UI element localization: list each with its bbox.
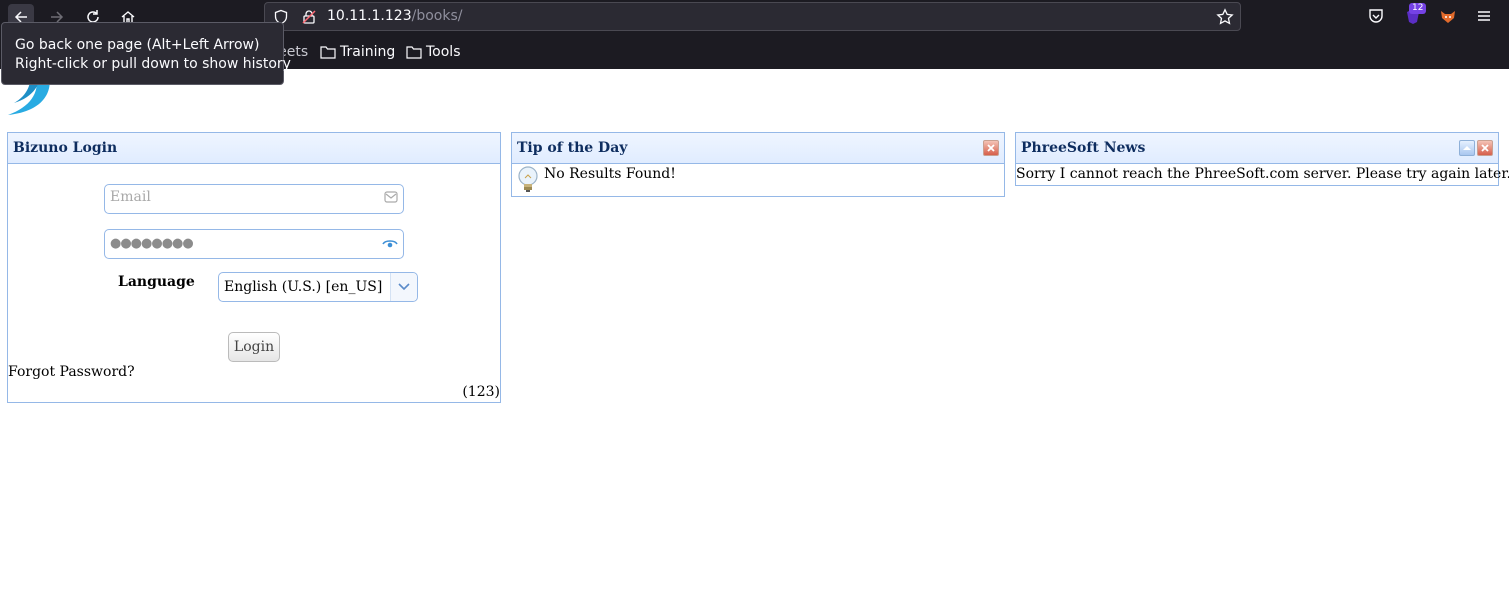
collapse-icon[interactable] — [1459, 140, 1475, 156]
chevron-down-icon[interactable] — [390, 273, 417, 301]
folder-icon — [406, 46, 422, 59]
tip-panel-header: Tip of the Day — [512, 133, 1004, 164]
extension-fox-button[interactable] — [1438, 6, 1458, 26]
email-placeholder: Email — [110, 189, 151, 205]
tooltip-line: Right-click or pull down to show history — [15, 56, 291, 72]
tip-of-the-day-panel: Tip of the Day No Results Found! — [511, 132, 1005, 197]
bookmark-star-icon[interactable] — [1216, 8, 1234, 26]
insecure-lock-icon[interactable] — [301, 9, 317, 25]
bookmark-folder-tools[interactable]: Tools — [406, 44, 461, 60]
bookmark-label: Training — [340, 44, 396, 60]
app-menu-button[interactable] — [1474, 6, 1494, 26]
news-panel-title: PhreeSoft News — [1021, 140, 1146, 156]
fox-extension-icon — [1441, 11, 1455, 23]
tip-panel-title: Tip of the Day — [517, 140, 628, 156]
language-select[interactable]: English (U.S.) [en_US] — [218, 272, 418, 302]
close-icon[interactable] — [1477, 140, 1493, 156]
envelope-icon — [384, 191, 398, 203]
pocket-icon — [1369, 9, 1383, 23]
hamburger-menu-icon — [1478, 11, 1490, 21]
password-field[interactable]: ●●●●●●●● — [104, 229, 404, 259]
bookmark-folder-training[interactable]: Training — [320, 44, 395, 60]
url-text[interactable]: 10.11.1.123/books/ — [327, 8, 462, 24]
tip-body: No Results Found! — [512, 164, 1004, 196]
folder-icon — [320, 46, 336, 59]
extension-badge: 12 — [1409, 3, 1427, 14]
version-text: (123) — [462, 384, 500, 400]
language-label: Language — [118, 274, 195, 290]
close-icon[interactable] — [983, 140, 999, 156]
eye-icon[interactable] — [382, 235, 398, 251]
login-panel-title: Bizuno Login — [13, 140, 118, 156]
news-text: Sorry I cannot reach the PhreeSoft.com s… — [1016, 166, 1509, 182]
forgot-password-link[interactable]: Forgot Password? — [8, 364, 135, 380]
phreesoft-news-panel: PhreeSoft News Sorry I cannot reach the … — [1015, 132, 1509, 186]
pocket-button[interactable] — [1366, 6, 1386, 26]
url-path: /books/ — [411, 8, 463, 24]
tip-text: No Results Found! — [544, 166, 676, 182]
login-panel: Bizuno Login Email ●●●●●●●● Language Eng… — [7, 132, 501, 403]
lightbulb-icon — [518, 166, 538, 192]
news-panel-header: PhreeSoft News — [1016, 133, 1498, 164]
login-panel-header: Bizuno Login — [8, 133, 500, 164]
address-bar[interactable]: 10.11.1.123/books/ — [264, 2, 1241, 31]
email-field[interactable]: Email — [104, 184, 404, 214]
password-value: ●●●●●●●● — [110, 236, 194, 251]
login-button[interactable]: Login — [228, 332, 280, 362]
news-body: Sorry I cannot reach the PhreeSoft.com s… — [1016, 164, 1509, 184]
bookmark-label: Tools — [426, 44, 461, 60]
back-button-tooltip: Go back one page (Alt+Left Arrow) Right-… — [1, 22, 291, 85]
url-host: 10.11.1.123 — [327, 8, 412, 24]
language-value: English (U.S.) [en_US] — [224, 279, 383, 295]
tooltip-line: Go back one page (Alt+Left Arrow) — [15, 37, 260, 53]
